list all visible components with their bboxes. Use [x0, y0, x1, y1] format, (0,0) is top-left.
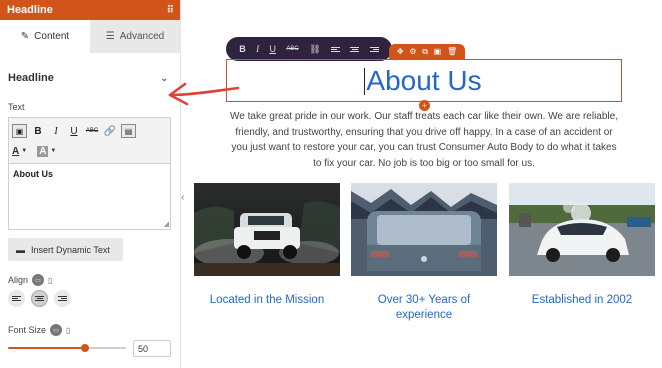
section-headline-toggle[interactable]: Headline ⌄ [8, 72, 168, 84]
list-icon: ▬ [16, 244, 25, 255]
panel-title: Headline [7, 4, 53, 16]
card-image-suv [194, 183, 340, 276]
headline-text-wrapper[interactable]: About Us [364, 64, 482, 97]
move-icon[interactable]: ✥ [397, 47, 404, 56]
toolbar-toggle-icon[interactable]: ▤ [121, 124, 136, 138]
font-size-slider[interactable] [8, 341, 126, 355]
editor-content[interactable]: About Us [9, 164, 170, 184]
align-buttons [8, 290, 71, 307]
headline-block[interactable]: About Us [226, 59, 622, 102]
drag-handle-icon[interactable]: ⠿ [167, 5, 174, 16]
save-icon[interactable]: ▣ [434, 47, 442, 56]
card-image-frosted-car [351, 183, 497, 276]
desktop-icon[interactable]: ▭ [50, 324, 63, 336]
text-color-button[interactable]: A ▼ [12, 146, 27, 157]
desktop-icon[interactable]: ▭ [32, 274, 45, 286]
panel-tabs: ✎ Content ☰ Advanced [0, 20, 180, 53]
font-size-label: Font Size [8, 325, 47, 335]
align-right-button[interactable] [54, 290, 71, 307]
text-field-label: Text [8, 102, 25, 112]
align-left-icon[interactable] [330, 46, 340, 52]
delete-icon[interactable]: 🗑 [447, 47, 457, 56]
mobile-icon[interactable]: ▯ [48, 276, 52, 285]
align-label-row: Align ▭ ▯ [8, 274, 52, 286]
intro-paragraph: We take great pride in our work. Our sta… [230, 111, 618, 169]
pencil-icon: ✎ [20, 31, 30, 42]
tab-advanced-label: Advanced [119, 31, 165, 42]
headline-text: About Us [366, 64, 482, 96]
insert-dynamic-text-label: Insert Dynamic Text [31, 244, 110, 255]
strikethrough-button[interactable]: ABC [85, 124, 99, 139]
sliders-icon: ☰ [105, 31, 115, 42]
text-cursor [364, 67, 366, 95]
slider-thumb[interactable] [80, 344, 89, 352]
card-title-2: Over 30+ Years of experience [377, 294, 471, 321]
italic-button[interactable]: I [256, 44, 259, 54]
underline-button[interactable]: U [269, 44, 276, 54]
caret-down-icon: ▼ [21, 148, 28, 154]
mobile-icon[interactable]: ▯ [66, 326, 70, 335]
add-media-icon[interactable]: ▣ [12, 124, 27, 138]
settings-icon[interactable]: ⚙ [409, 47, 416, 56]
card-title-3: Established in 2002 [531, 294, 633, 306]
font-size-input[interactable] [133, 340, 171, 357]
editor-toolbar: ▣ B I U ABC 🔗 ▤ A ▼ A ▼ [9, 118, 170, 164]
font-size-label-row: Font Size ▭ ▯ [8, 324, 70, 336]
block-actions-tab: ✥ ⚙ ⧉ ▣ 🗑 [389, 44, 465, 59]
tab-advanced[interactable]: ☰ Advanced [90, 20, 180, 53]
text-editor: ▣ B I U ABC 🔗 ▤ A ▼ A ▼ About Us ◢ [8, 117, 171, 230]
slider-fill [8, 347, 85, 349]
card-title-1: Located in the Mission [209, 294, 325, 306]
tab-content-label: Content [34, 31, 70, 42]
background-color-button[interactable]: A ▼ [37, 145, 57, 157]
italic-button[interactable]: I [49, 124, 63, 139]
align-left-button[interactable] [8, 290, 25, 307]
align-center-button[interactable] [31, 290, 48, 307]
bold-button[interactable]: B [31, 124, 45, 139]
insert-dynamic-text-button[interactable]: ▬ Insert Dynamic Text [8, 238, 123, 261]
background-color-label: A [37, 145, 49, 157]
align-label: Align [8, 275, 29, 285]
bold-button[interactable]: B [239, 44, 246, 54]
text-color-label: A [12, 145, 20, 157]
collapse-panel-icon[interactable]: ‹ [181, 192, 184, 203]
tab-content[interactable]: ✎ Content [0, 20, 90, 53]
link-icon[interactable]: ⛓ [309, 44, 320, 55]
caret-down-icon: ▼ [50, 148, 57, 154]
link-icon[interactable]: 🔗 [103, 124, 117, 139]
strikethrough-button[interactable]: ABC [286, 46, 298, 52]
settings-panel: Headline ⠿ ✎ Content ☰ Advanced Headline… [0, 0, 181, 368]
resize-handle-icon[interactable]: ◢ [164, 220, 169, 228]
underline-button[interactable]: U [67, 124, 81, 139]
panel-header: Headline ⠿ [0, 0, 180, 20]
section-title: Headline [8, 72, 54, 84]
inline-format-toolbar: B I U ABC ⛓ [226, 37, 392, 61]
duplicate-icon[interactable]: ⧉ [422, 47, 428, 57]
align-right-icon[interactable] [369, 46, 379, 52]
card-image-sports-car [509, 183, 655, 276]
align-center-icon[interactable] [350, 46, 360, 52]
